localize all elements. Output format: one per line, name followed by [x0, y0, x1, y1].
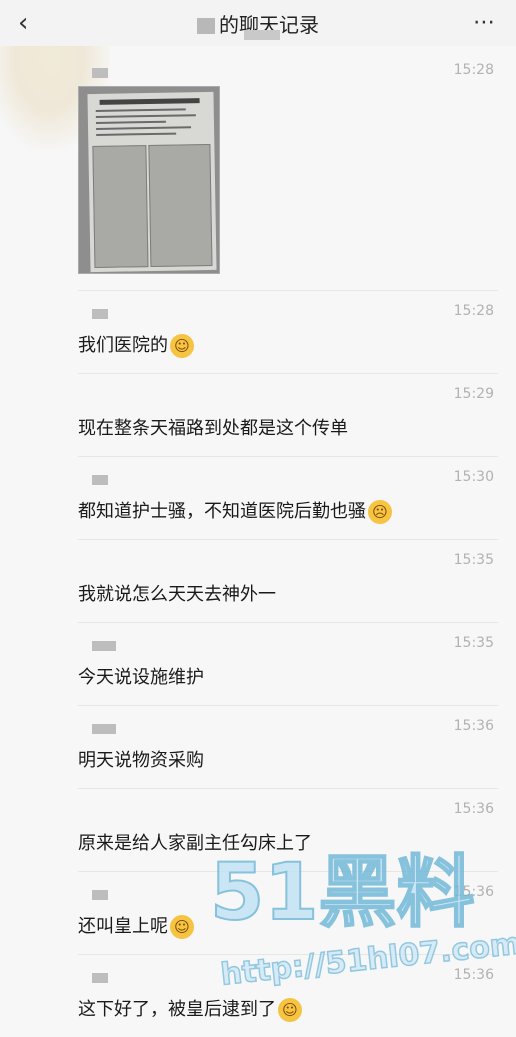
message-item[interactable]: 15:36 原来是给人家副主任勾床上了	[78, 789, 498, 872]
redacted-sender	[92, 641, 116, 651]
message-time: 15:35	[453, 635, 494, 651]
message-time: 15:35	[453, 552, 494, 568]
message-item[interactable]: 15:36 还叫皇上呢 ☺	[78, 872, 498, 955]
message-text: 原来是给人家副主任勾床上了	[78, 833, 312, 854]
message-time: 15:36	[453, 718, 494, 734]
message-time: 15:28	[453, 303, 494, 319]
message-text: 我就说怎么天天去神外一	[78, 584, 276, 605]
flyer-image	[87, 91, 217, 273]
message-text: 这下好了，被皇后逮到了 ☺	[78, 995, 302, 1022]
laughing-crying-emoji-icon: ☺	[278, 998, 302, 1022]
message-item[interactable]: 15:29 现在整条天福路到处都是这个传单	[78, 374, 498, 457]
thinking-emoji-icon: ☹	[368, 500, 392, 524]
message-time: 15:30	[453, 469, 494, 485]
message-item[interactable]: 15:28 我们医院的 ☺	[78, 291, 498, 374]
redacted-name	[197, 18, 215, 34]
chevron-left-icon[interactable]: ‹	[18, 8, 28, 38]
message-item[interactable]: 15:28	[78, 50, 498, 291]
message-time: 15:36	[453, 967, 494, 983]
message-time: 15:36	[453, 884, 494, 900]
message-time: 15:36	[453, 801, 494, 817]
redacted-sender	[92, 724, 116, 734]
message-text: 明天说物资采购	[78, 750, 204, 771]
message-item[interactable]: 15:35 今天说设施维护	[78, 623, 498, 706]
message-item[interactable]: 15:30 都知道护士骚，不知道医院后勤也骚 ☹	[78, 457, 498, 540]
redacted-sender	[92, 890, 108, 900]
redacted-sender	[92, 475, 108, 485]
message-text: 今天说设施维护	[78, 667, 204, 688]
message-text: 都知道护士骚，不知道医院后勤也骚 ☹	[78, 497, 392, 524]
message-text: 我们医院的 ☺	[78, 331, 194, 358]
redacted-sender	[92, 309, 108, 319]
laughing-crying-emoji-icon: ☺	[170, 915, 194, 939]
redacted-sender	[92, 68, 108, 78]
message-text: 现在整条天福路到处都是这个传单	[78, 418, 348, 439]
redacted-sender	[92, 973, 108, 983]
message-item[interactable]: 15:36 这下好了，被皇后逮到了 ☺	[78, 955, 498, 1037]
message-time: 15:29	[453, 386, 494, 402]
message-text: 还叫皇上呢 ☺	[78, 912, 194, 939]
message-time: 15:28	[453, 62, 494, 78]
message-item[interactable]: 15:36 明天说物资采购	[78, 706, 498, 789]
message-list: 15:28 15:28 我们医院的 ☺ 15:29 现在整条天福路到处都是这个传单…	[0, 50, 516, 1037]
message-item[interactable]: 15:35 我就说怎么天天去神外一	[78, 540, 498, 623]
ellipsis-icon[interactable]: ⋯	[473, 10, 496, 35]
laughing-crying-emoji-icon: ☺	[170, 334, 194, 358]
message-image[interactable]	[78, 86, 220, 274]
redacted-subtitle	[244, 30, 280, 40]
